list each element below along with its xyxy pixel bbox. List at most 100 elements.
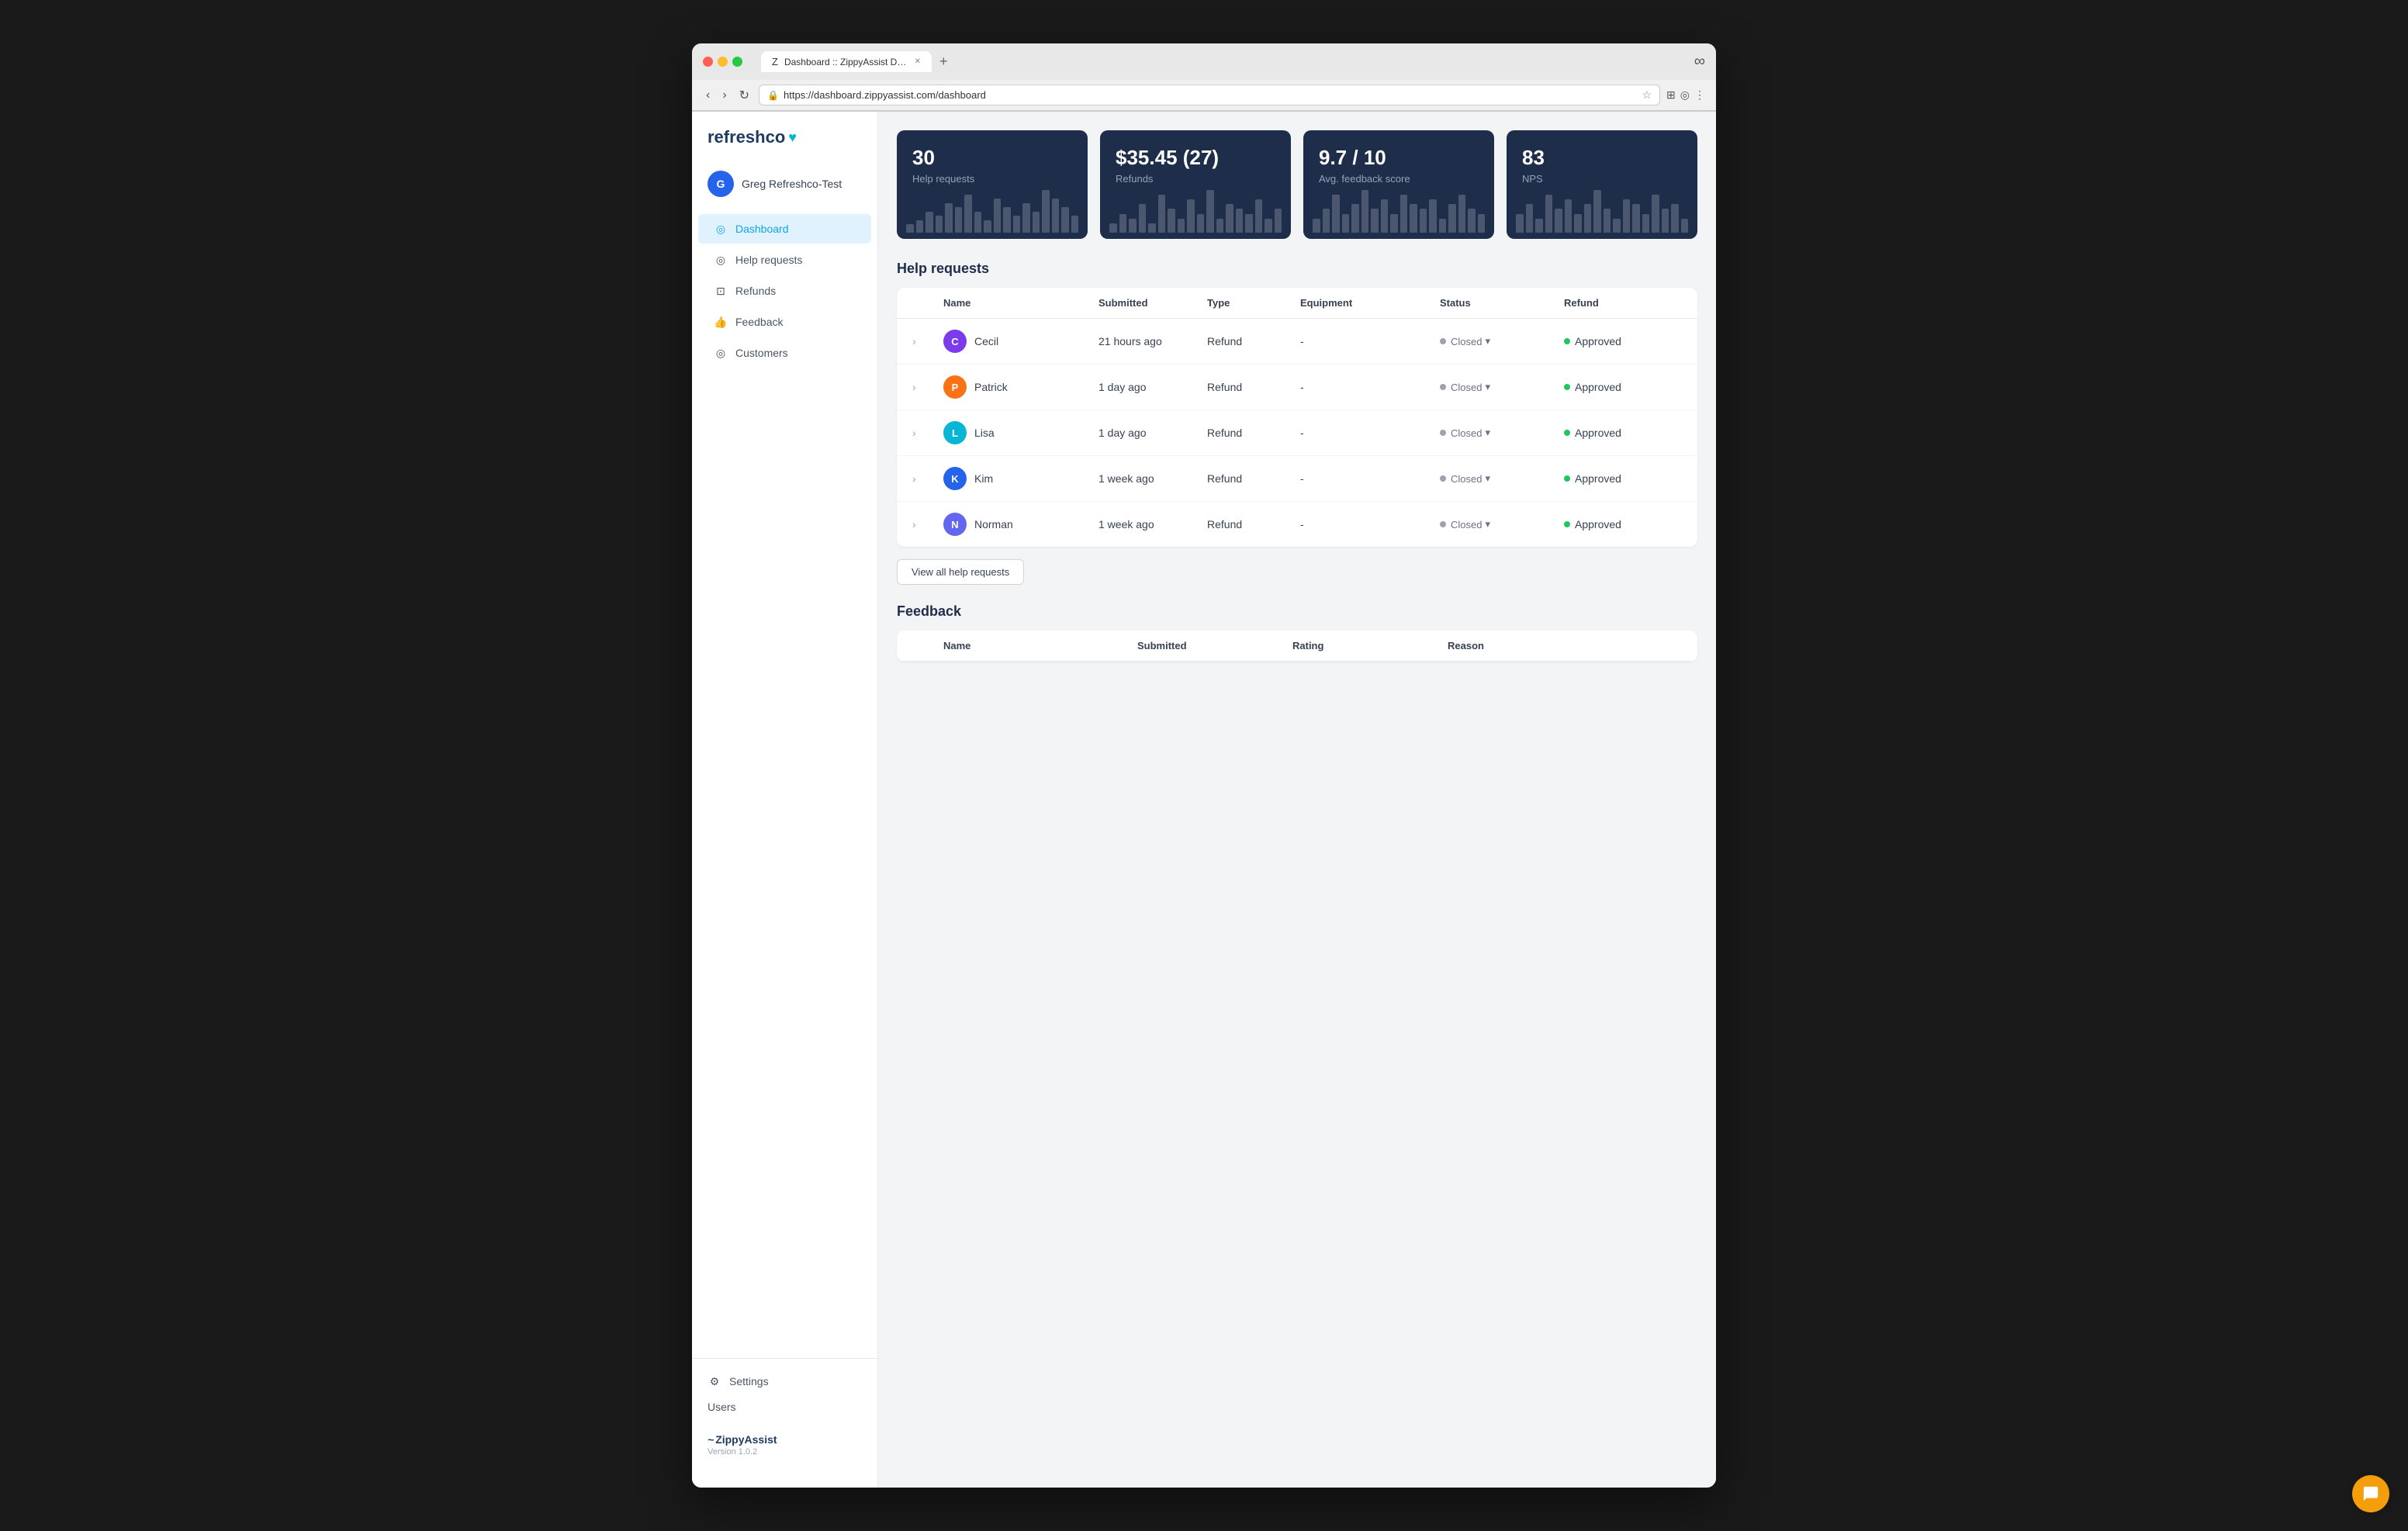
chart-bar xyxy=(1168,209,1175,233)
chart-bars xyxy=(1100,188,1291,239)
status-text: Closed xyxy=(1451,382,1482,393)
refund-cell: Approved xyxy=(1564,472,1673,485)
chart-bar xyxy=(1013,216,1021,233)
security-icons: 🔒 xyxy=(767,90,779,101)
sidebar-item-dashboard[interactable]: ◎ Dashboard xyxy=(698,214,871,244)
table-row[interactable]: › L Lisa 1 day ago Refund - Closed ▾ App… xyxy=(897,410,1697,456)
chat-icon xyxy=(2362,1485,2379,1502)
table-row[interactable]: › N Norman 1 week ago Refund - Closed ▾ … xyxy=(897,502,1697,547)
sidebar-item-help-requests[interactable]: ◎ Help requests xyxy=(698,245,871,275)
expand-cell: › xyxy=(912,518,943,530)
profile-icon[interactable]: ◎ xyxy=(1680,88,1690,102)
approved-dot xyxy=(1564,338,1570,344)
sidebar-item-users[interactable]: Users xyxy=(692,1396,877,1418)
row-expand-button[interactable]: › xyxy=(912,335,916,347)
expand-cell: › xyxy=(912,427,943,439)
status-dropdown[interactable]: Closed ▾ xyxy=(1451,335,1490,347)
browser-tab[interactable]: Z Dashboard :: ZippyAssist Dash... ✕ xyxy=(761,51,932,72)
chart-bar xyxy=(1158,195,1166,233)
table-row[interactable]: › P Patrick 1 day ago Refund - Closed ▾ … xyxy=(897,365,1697,410)
extensions-icon[interactable]: ⊞ xyxy=(1666,88,1676,102)
table-row[interactable]: › K Kim 1 week ago Refund - Closed ▾ App… xyxy=(897,456,1697,502)
user-name: Greg Refreshco-Test xyxy=(742,178,842,190)
stat-number: $35.45 (27) xyxy=(1116,146,1275,170)
chart-bar xyxy=(994,199,1002,233)
new-tab-button[interactable]: + xyxy=(935,52,953,71)
refunds-icon: ⊡ xyxy=(714,284,728,298)
chart-bar xyxy=(1613,219,1621,233)
chart-bar xyxy=(916,220,924,233)
user-profile[interactable]: G Greg Refreshco-Test xyxy=(692,163,877,205)
row-expand-button[interactable]: › xyxy=(912,381,916,393)
chat-fab-button[interactable] xyxy=(2352,1475,2389,1512)
expand-col-header xyxy=(912,640,943,651)
address-bar[interactable]: 🔒 https://dashboard.zippyassist.com/dash… xyxy=(759,85,1660,105)
type-cell: Refund xyxy=(1207,381,1300,393)
chart-bar xyxy=(1245,214,1253,233)
chevron-down-icon: ▾ xyxy=(1485,335,1490,347)
status-cell[interactable]: Closed ▾ xyxy=(1440,381,1564,393)
status-dot xyxy=(1440,521,1446,527)
chart-bar xyxy=(1662,209,1669,233)
logo-icon: ♥ xyxy=(788,130,797,146)
sidebar-item-refunds[interactable]: ⊡ Refunds xyxy=(698,276,871,306)
chevron-down-icon: ▾ xyxy=(1485,472,1490,485)
minimize-button[interactable] xyxy=(718,57,728,67)
chart-bar xyxy=(1555,209,1562,233)
chart-bar xyxy=(1129,219,1137,233)
name-cell: P Patrick xyxy=(943,375,1098,399)
table-header: Name Submitted Type Equipment Status Ref… xyxy=(897,288,1697,319)
refund-status: Approved xyxy=(1575,427,1621,439)
chart-bar xyxy=(1313,219,1320,233)
forward-button[interactable]: › xyxy=(719,87,729,104)
tab-close-icon[interactable]: ✕ xyxy=(915,57,921,66)
status-dropdown[interactable]: Closed ▾ xyxy=(1451,381,1490,393)
feedback-section: Feedback Name Submitted Rating Reason xyxy=(897,603,1697,662)
back-button[interactable]: ‹ xyxy=(703,87,713,104)
help-requests-icon: ◎ xyxy=(714,253,728,267)
view-all-button[interactable]: View all help requests xyxy=(897,559,1024,585)
row-expand-button[interactable]: › xyxy=(912,427,916,439)
status-cell[interactable]: Closed ▾ xyxy=(1440,518,1564,530)
sidebar-item-settings[interactable]: ⚙ Settings xyxy=(692,1367,877,1396)
status-dropdown[interactable]: Closed ▾ xyxy=(1451,472,1490,485)
stat-label: Refunds xyxy=(1116,173,1275,185)
chart-bar xyxy=(1255,199,1263,233)
chart-bar xyxy=(1216,219,1224,233)
row-expand-button[interactable]: › xyxy=(912,518,916,530)
status-cell[interactable]: Closed ▾ xyxy=(1440,472,1564,485)
chart-bar xyxy=(1226,204,1233,233)
chart-bar xyxy=(1003,207,1011,233)
menu-icon[interactable]: ⋮ xyxy=(1694,88,1705,102)
bookmark-icon[interactable]: ☆ xyxy=(1642,88,1652,102)
settings-label: Settings xyxy=(729,1375,769,1388)
status-cell[interactable]: Closed ▾ xyxy=(1440,335,1564,347)
chart-bar xyxy=(964,195,972,233)
status-dropdown[interactable]: Closed ▾ xyxy=(1451,518,1490,530)
chart-bar xyxy=(1042,190,1050,233)
chart-bar xyxy=(1439,219,1447,233)
table-row[interactable]: › C Cecil 21 hours ago Refund - Closed ▾… xyxy=(897,319,1697,365)
row-avatar: P xyxy=(943,375,967,399)
chart-bar xyxy=(984,220,991,233)
row-name: Norman xyxy=(974,518,1013,530)
reload-button[interactable]: ↻ xyxy=(736,86,752,105)
chevron-down-icon: ▾ xyxy=(1485,381,1490,393)
stat-card-1: $35.45 (27) Refunds xyxy=(1100,130,1291,239)
fullscreen-button[interactable] xyxy=(732,57,742,67)
chart-bar xyxy=(1178,219,1185,233)
status-cell[interactable]: Closed ▾ xyxy=(1440,427,1564,439)
extension-icon: ∞ xyxy=(1694,53,1705,71)
stat-card-0: 30Help requests xyxy=(897,130,1088,239)
sidebar-item-customers[interactable]: ◎ Customers xyxy=(698,338,871,368)
expand-cell: › xyxy=(912,335,943,347)
sidebar-item-feedback[interactable]: 👍 Feedback xyxy=(698,307,871,337)
row-avatar: C xyxy=(943,330,967,353)
submitted-cell: 1 week ago xyxy=(1098,518,1207,530)
close-button[interactable] xyxy=(703,57,713,67)
row-expand-button[interactable]: › xyxy=(912,472,916,485)
nav-divider xyxy=(692,1358,877,1359)
status-dropdown[interactable]: Closed ▾ xyxy=(1451,427,1490,439)
expand-cell: › xyxy=(912,381,943,393)
approved-dot xyxy=(1564,521,1570,527)
